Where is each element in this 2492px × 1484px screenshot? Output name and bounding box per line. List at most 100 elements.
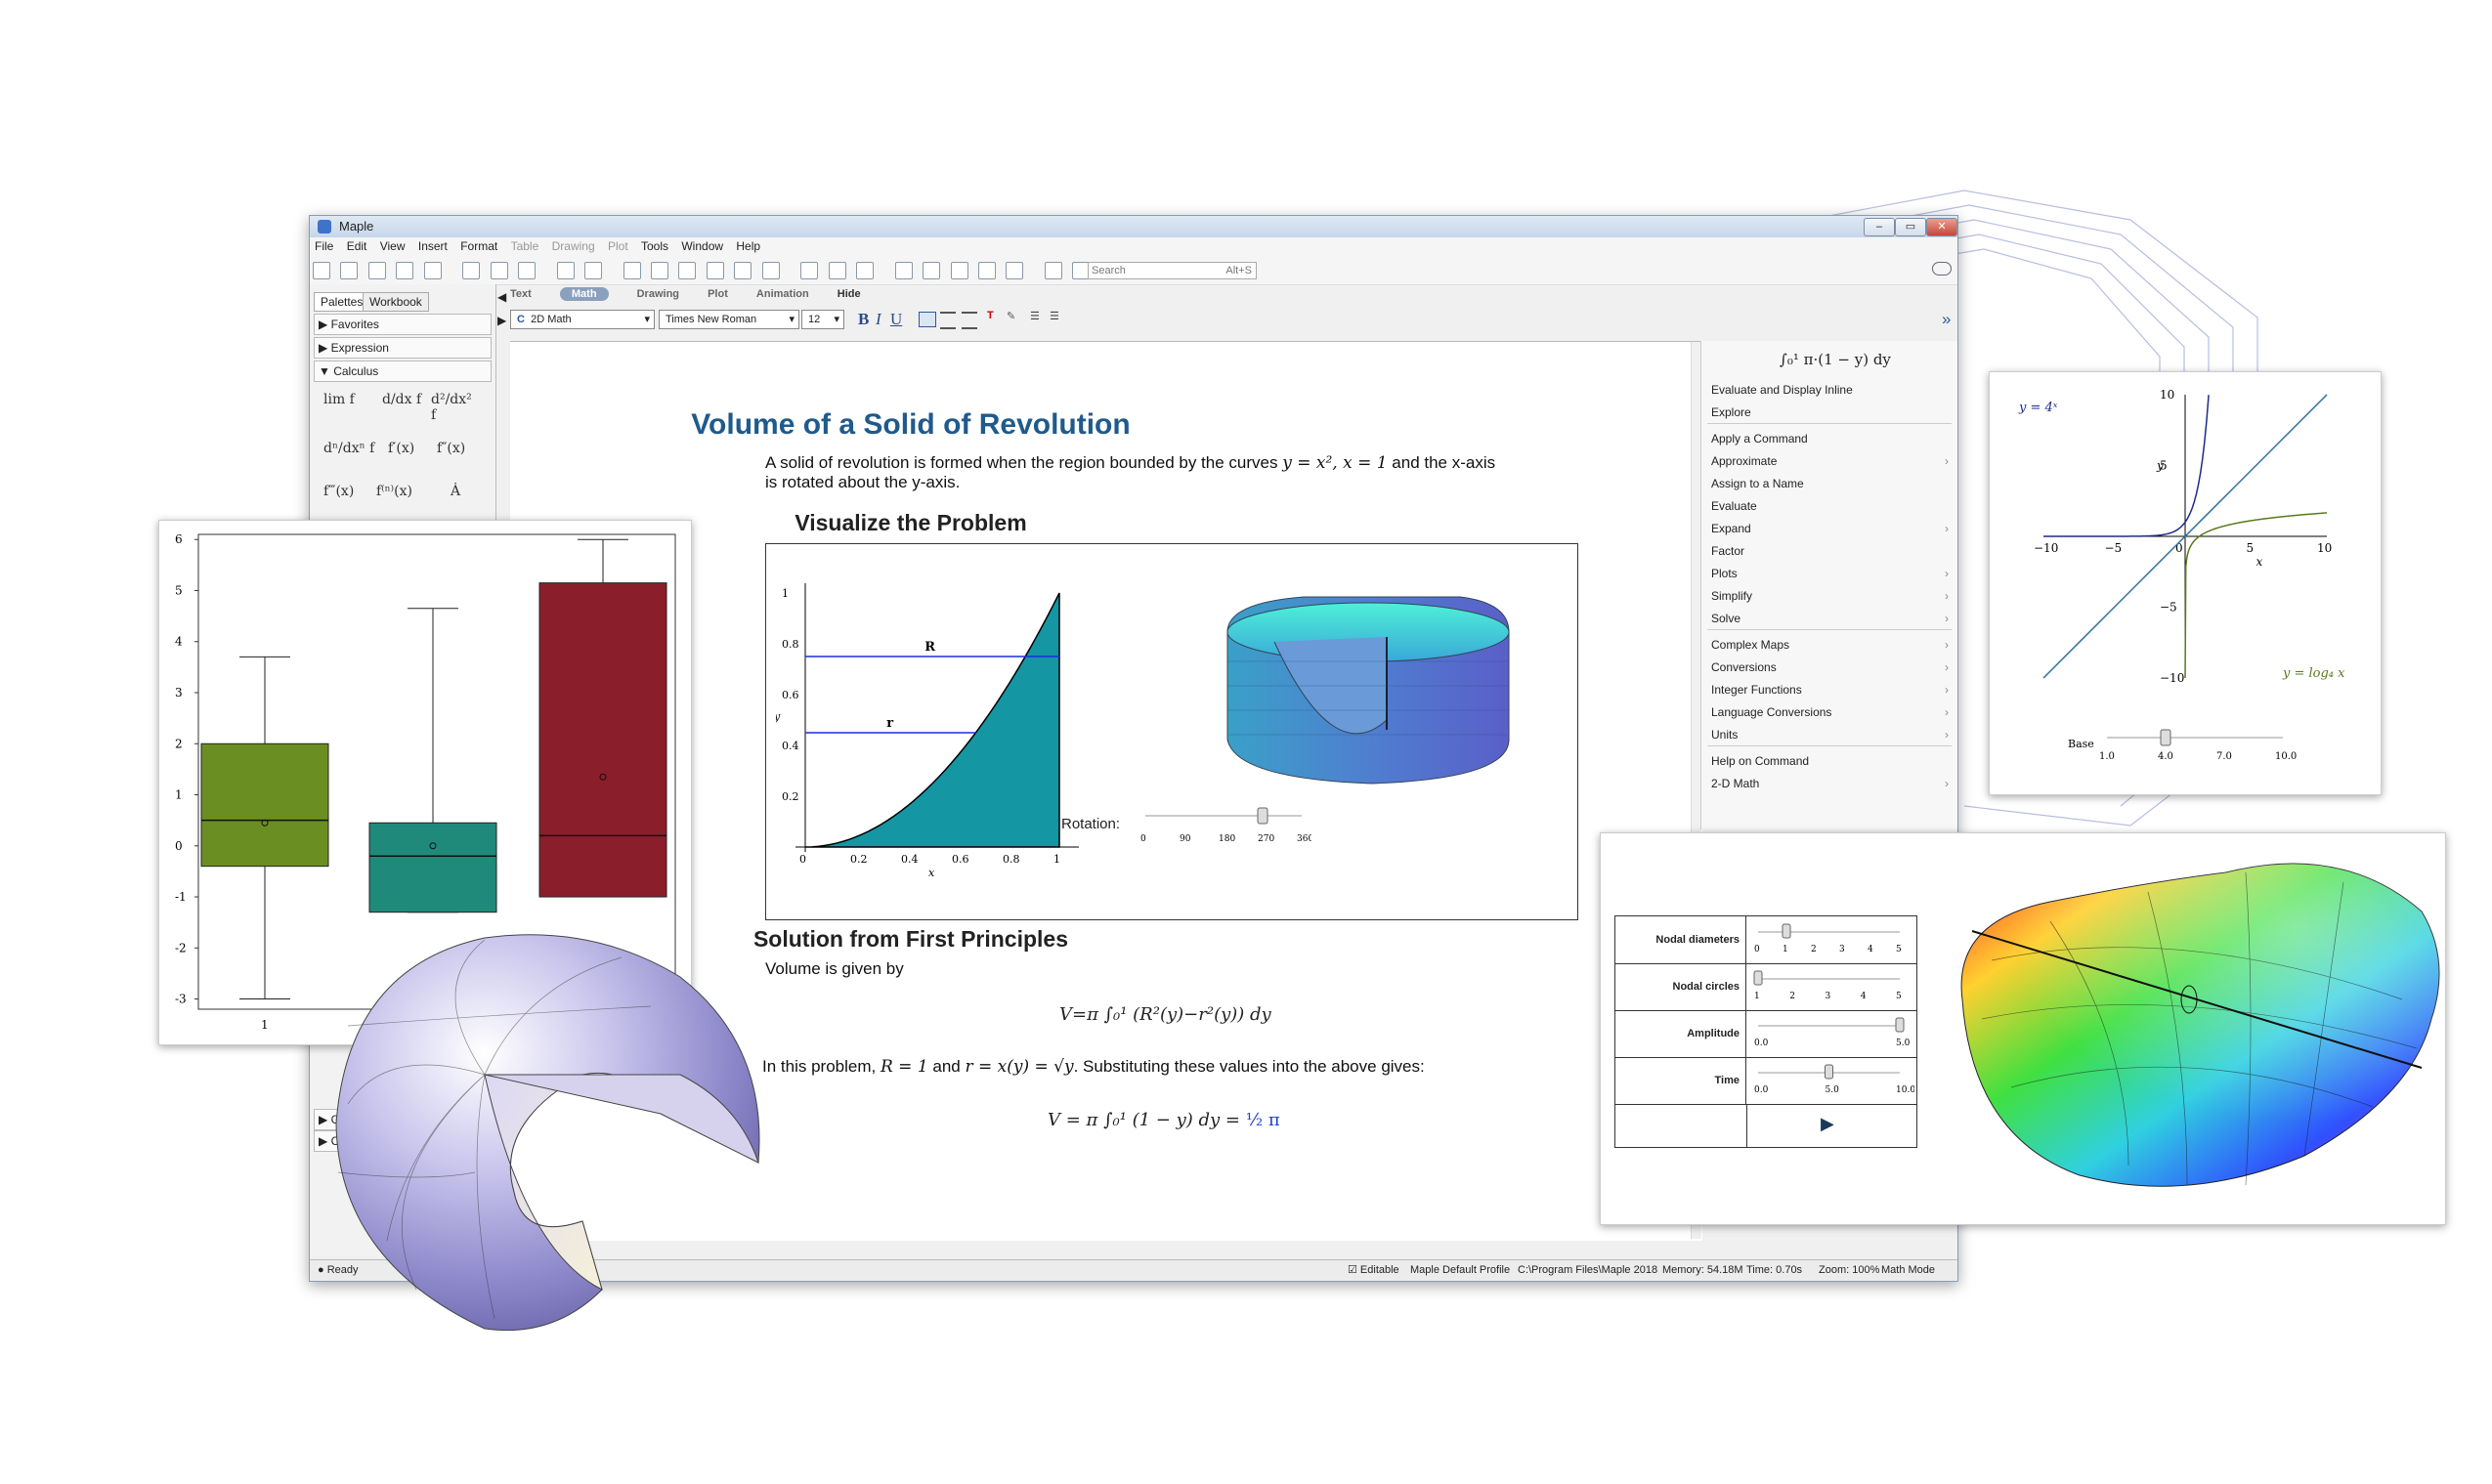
play-button[interactable]: ▶	[1821, 1114, 1834, 1134]
mode-plot[interactable]: Plot	[708, 288, 728, 300]
cloud-icon[interactable]	[1932, 262, 1952, 276]
mode-hide[interactable]: Hide	[838, 288, 861, 300]
control-slider[interactable]: 1 2 3 4 5	[1748, 963, 1914, 1010]
input-mode-select[interactable]: C 2D Math ▾	[510, 310, 655, 329]
link-icon[interactable]	[1044, 262, 1062, 279]
context-menu-item[interactable]: Conversions ›	[1711, 657, 1951, 677]
align-left-icon[interactable]	[919, 312, 936, 327]
context-menu-item[interactable]: Approximate ›	[1711, 451, 1951, 471]
menu-format[interactable]: Format	[460, 239, 497, 253]
menu-table[interactable]: Table	[511, 239, 539, 253]
context-menu-item[interactable]: Assign to a Name	[1711, 474, 1951, 493]
open-icon[interactable]	[340, 262, 359, 279]
font-size-select[interactable]: 12 ▾	[801, 310, 844, 329]
editable-checkbox[interactable]: ☑ Editable	[1348, 1260, 1399, 1280]
panel-collapse-icon[interactable]: ◀	[497, 290, 506, 304]
back-icon[interactable]	[800, 262, 819, 279]
italic-button[interactable]: I	[876, 310, 881, 329]
highlight-icon[interactable]: ✎	[1007, 310, 1015, 322]
context-menu-item[interactable]: Apply a Command	[1711, 429, 1951, 448]
palette-prime[interactable]: f′(x)	[388, 441, 414, 456]
insert-text-icon[interactable]	[650, 262, 668, 279]
mode-drawing[interactable]: Drawing	[637, 288, 679, 300]
stop-icon[interactable]	[950, 262, 968, 279]
undo-icon[interactable]	[556, 262, 575, 279]
spherical-shell-3d[interactable]	[328, 928, 768, 1338]
menu-help[interactable]: Help	[736, 239, 760, 253]
context-menu-item[interactable]: Evaluate	[1711, 496, 1951, 516]
control-slider[interactable]: 0 1 2 3 4 5	[1748, 916, 1914, 963]
execute-all-icon[interactable]	[894, 262, 913, 279]
context-menu-item[interactable]: Plots ›	[1711, 564, 1951, 583]
cut-icon[interactable]	[462, 262, 481, 279]
palette-nth-prime[interactable]: f⁽ⁿ⁾(x)	[376, 484, 412, 499]
section-favorites[interactable]: ▶ Favorites	[314, 314, 492, 335]
palette-double-prime[interactable]: f″(x)	[437, 441, 465, 456]
paste-icon[interactable]	[518, 262, 537, 279]
context-menu-item[interactable]: Help on Command	[1711, 751, 1951, 771]
save-icon[interactable]	[367, 262, 386, 279]
menu-plot[interactable]: Plot	[608, 239, 628, 253]
copy-icon[interactable]	[490, 262, 508, 279]
solid-of-revolution-3d[interactable]	[1216, 593, 1528, 827]
palette-triple-prime[interactable]: f‴(x)	[323, 484, 354, 499]
menu-window[interactable]: Window	[681, 239, 723, 253]
forward-icon[interactable]	[856, 262, 875, 279]
insert-math-icon[interactable]	[623, 262, 641, 279]
align-center-icon[interactable]	[940, 312, 956, 329]
debug-icon[interactable]	[977, 262, 996, 279]
context-menu-item[interactable]: Expand ›	[1711, 519, 1951, 538]
align-right-icon[interactable]	[962, 312, 977, 329]
outdent-icon[interactable]	[761, 262, 780, 279]
region-plot[interactable]: 0 0.2 0.4 0.6 0.8 1 0.2 0.4 0.6 0.8 1 x y Rr	[776, 564, 1098, 886]
tab-palettes[interactable]: Palettes	[314, 292, 370, 312]
section-expression[interactable]: ▶ Expression	[314, 337, 492, 359]
indent-icon[interactable]	[734, 262, 752, 279]
underline-button[interactable]: U	[890, 310, 902, 329]
execute-icon[interactable]	[923, 262, 941, 279]
context-menu-item[interactable]: Integer Functions ›	[1711, 680, 1951, 700]
context-menu-item[interactable]: Solve ›	[1711, 609, 1951, 628]
bullet-list-icon[interactable]: ☰	[1030, 310, 1040, 322]
mode-animation[interactable]: Animation	[756, 288, 809, 300]
close-button[interactable]: ✕	[1926, 218, 1957, 236]
bold-button[interactable]: B	[858, 310, 869, 329]
palette-limit[interactable]: lim f	[323, 392, 355, 407]
palette-derivative[interactable]: d/dx f	[382, 392, 421, 407]
redo-icon[interactable]	[584, 262, 603, 279]
panel-expand-icon[interactable]: ▶	[497, 314, 506, 327]
context-menu-item[interactable]: 2-D Math ›	[1711, 774, 1951, 793]
numbered-list-icon[interactable]: ☰	[1050, 310, 1059, 322]
tab-workbook[interactable]: Workbook	[363, 292, 429, 312]
palette-second-derivative[interactable]: d²/dx² f	[431, 392, 480, 423]
maximize-button[interactable]: ▭	[1895, 218, 1926, 236]
print-preview-icon[interactable]	[423, 262, 442, 279]
context-menu-item[interactable]: Evaluate and Display Inline	[1711, 380, 1951, 400]
control-slider[interactable]: 0.0 5.0 10.0	[1748, 1057, 1914, 1104]
exp-log-plot[interactable]: −10 −5 0 5 10105−5−10xyy = 4ˣy = log₄ xBase1…	[1990, 372, 2381, 794]
rotation-slider[interactable]: 0 90 180 270 360	[1136, 802, 1311, 847]
menu-drawing[interactable]: Drawing	[552, 239, 595, 253]
context-menu-item[interactable]: Units ›	[1711, 725, 1951, 744]
print-icon[interactable]	[396, 262, 414, 279]
menu-edit[interactable]: Edit	[347, 239, 367, 253]
context-menu-item[interactable]: Simplify ›	[1711, 586, 1951, 606]
menu-file[interactable]: File	[315, 239, 333, 253]
membrane-surface-3d[interactable]	[1933, 843, 2441, 1214]
menu-view[interactable]: View	[380, 239, 406, 253]
context-menu-item[interactable]: Explore	[1711, 403, 1951, 422]
menu-tools[interactable]: Tools	[641, 239, 668, 253]
control-slider[interactable]: 0.0 5.0	[1748, 1010, 1914, 1057]
context-menu-item[interactable]: Language Conversions ›	[1711, 702, 1951, 722]
section-calculus[interactable]: ▼ Calculus	[314, 360, 492, 382]
mode-math[interactable]: Math	[559, 287, 609, 301]
insert-paragraph-icon[interactable]	[706, 262, 724, 279]
text-color-icon[interactable]: T	[987, 310, 994, 321]
restart-icon[interactable]	[1006, 262, 1024, 279]
menu-insert[interactable]: Insert	[418, 239, 448, 253]
palette-nth-derivative[interactable]: dⁿ/dxⁿ f	[323, 441, 374, 456]
show-context-panel-icon[interactable]: »	[1942, 310, 1951, 329]
font-select[interactable]: Times New Roman ▾	[659, 310, 799, 329]
mode-text[interactable]: Text	[510, 288, 532, 300]
context-menu-item[interactable]: Complex Maps ›	[1711, 635, 1951, 655]
